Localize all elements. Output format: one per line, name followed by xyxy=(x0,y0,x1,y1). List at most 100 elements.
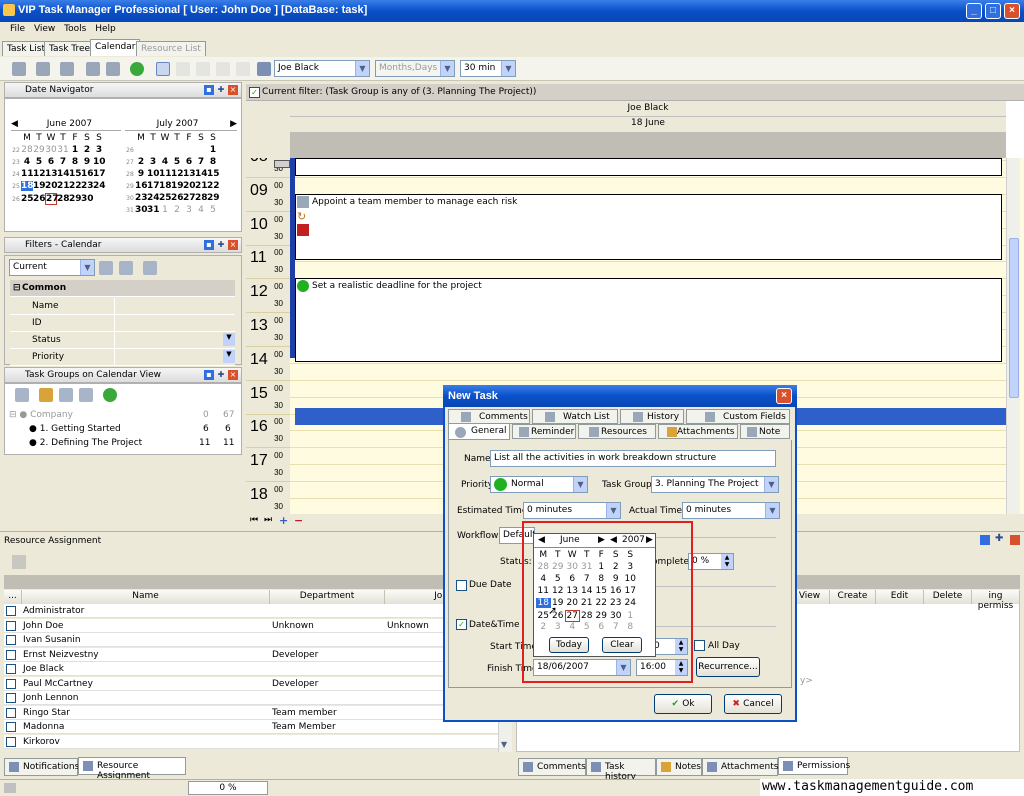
task-action-icon[interactable] xyxy=(86,62,100,76)
calendar-day[interactable]: 5 xyxy=(171,157,183,167)
calendar-day[interactable]: 14 xyxy=(195,169,208,179)
prev-month-icon[interactable]: ◀ xyxy=(11,119,18,129)
calendar-day[interactable]: 28 xyxy=(57,194,70,204)
interval-select[interactable]: 30 min ▼ xyxy=(460,60,516,77)
spinner-icon[interactable]: ▲ ▼ xyxy=(721,554,733,569)
filter-icon[interactable] xyxy=(15,388,29,402)
minimize-button[interactable]: _ xyxy=(966,3,982,19)
calendar-day[interactable]: 18 xyxy=(21,181,34,191)
delete-task-icon[interactable] xyxy=(60,62,74,76)
ok-button[interactable]: ✔ Ok xyxy=(654,694,712,714)
panel-close-icon[interactable] xyxy=(1010,535,1020,545)
pin-icon[interactable]: ✚ xyxy=(216,370,226,380)
pin-icon[interactable]: ✚ xyxy=(216,240,226,250)
calendar-day[interactable]: 15 xyxy=(69,169,82,179)
tab-resource-assignment[interactable]: Resource Assignment xyxy=(78,757,186,781)
calendar-day[interactable]: 21 xyxy=(195,181,208,191)
calendar-event[interactable]: Set a realistic deadline for the project xyxy=(295,278,1002,362)
calendar-day[interactable]: 5 xyxy=(33,157,45,167)
calendar-day[interactable]: 27 xyxy=(183,193,196,203)
calendar-day[interactable]: 8 xyxy=(69,157,81,167)
pin-icon[interactable]: ✚ xyxy=(216,85,226,95)
panel-menu-icon[interactable] xyxy=(980,535,990,545)
dialog-tab-note[interactable]: Note xyxy=(740,424,790,439)
tab-notifications[interactable]: Notifications xyxy=(4,758,79,776)
filter-select[interactable]: Current ▼ xyxy=(9,259,95,276)
calendar-day[interactable]: 11 xyxy=(159,169,172,179)
week-view-icon[interactable] xyxy=(196,62,210,76)
filter-row[interactable]: ID xyxy=(10,315,235,332)
calendar-day[interactable]: 6 xyxy=(45,157,57,167)
calendar-day[interactable]: 29 xyxy=(33,145,45,155)
delete-group-icon[interactable] xyxy=(79,388,93,402)
calendar-day[interactable]: 15 xyxy=(207,169,220,179)
column-header-create[interactable]: Create xyxy=(830,590,876,604)
pin-icon[interactable]: ✚ xyxy=(995,533,1003,544)
calendar-day[interactable]: 6 xyxy=(183,157,195,167)
next-month-icon[interactable]: ▶ xyxy=(230,119,237,129)
edit-task-icon[interactable] xyxy=(36,62,50,76)
calendar-day[interactable]: 14 xyxy=(57,169,70,179)
menu-view[interactable]: View xyxy=(34,24,55,34)
add-icon[interactable]: + xyxy=(279,514,288,527)
calendar-day[interactable]: 22 xyxy=(69,181,82,191)
calendar-day[interactable]: 18 xyxy=(159,181,172,191)
calendar-day[interactable]: 2 xyxy=(81,145,93,155)
column-header-department[interactable]: Department xyxy=(270,590,385,604)
table-row[interactable]: John Doe Unknown Unknown xyxy=(4,618,498,633)
row-checkbox[interactable] xyxy=(6,620,16,631)
calendar-event[interactable]: Appoint a team member to manage each ris… xyxy=(295,194,1002,260)
calendar-day[interactable]: 29 xyxy=(207,193,220,203)
task-name-input[interactable]: List all the activities in work breakdow… xyxy=(490,450,776,467)
filter-clear-icon[interactable] xyxy=(143,261,157,275)
calendar-day[interactable]: 20 xyxy=(45,181,58,191)
tab-notes[interactable]: Notes xyxy=(656,758,702,776)
calendar-day[interactable]: 9 xyxy=(135,169,147,179)
dialog-tab-watch-list[interactable]: Watch List xyxy=(532,409,618,424)
calendar-day[interactable]: 30 xyxy=(135,205,148,215)
menu-tools[interactable]: Tools xyxy=(64,24,86,34)
panel-menu-icon[interactable]: ▪ xyxy=(204,240,214,250)
day-view-icon[interactable] xyxy=(156,62,170,76)
calendar-day[interactable]: 3 xyxy=(93,145,105,155)
task-action-2-icon[interactable] xyxy=(106,62,120,76)
calendar-day[interactable]: 2 xyxy=(135,157,147,167)
calendar-day[interactable]: 2 xyxy=(171,205,183,215)
refresh-icon[interactable] xyxy=(130,62,144,76)
chevron-down-icon[interactable]: ▼ xyxy=(223,333,235,346)
calendar-day[interactable]: 7 xyxy=(195,157,207,167)
tab-task-history[interactable]: Task history xyxy=(586,758,656,782)
row-checkbox[interactable] xyxy=(6,678,16,689)
filter-row[interactable]: Priority ▼ xyxy=(10,349,235,366)
filter-group-common[interactable]: ⊟ Common xyxy=(10,280,235,297)
calendar-day[interactable]: 9 xyxy=(81,157,93,167)
estimated-time-select[interactable]: 0 minutes ▼ xyxy=(523,502,621,519)
panel-close-icon[interactable]: × xyxy=(228,85,238,95)
row-checkbox[interactable] xyxy=(6,664,16,674)
calendar-day[interactable]: 12 xyxy=(33,169,46,179)
last-icon[interactable]: ⏭ xyxy=(264,515,272,525)
scrollbar-thumb[interactable] xyxy=(1009,238,1019,398)
calendar-day[interactable]: 19 xyxy=(33,181,46,191)
calendar-day[interactable]: 21 xyxy=(57,181,70,191)
calendar-scrollbar[interactable] xyxy=(1006,158,1020,514)
calendar-day[interactable]: 17 xyxy=(147,181,160,191)
calendar-day[interactable]: 25 xyxy=(159,193,172,203)
edit-group-icon[interactable] xyxy=(59,388,73,402)
task-group-row[interactable]: ⊟ ● Company 0 67 xyxy=(9,410,239,424)
panel-close-icon[interactable]: × xyxy=(228,370,238,380)
calendar-day[interactable]: 10 xyxy=(147,169,160,179)
calendar-day[interactable]: 5 xyxy=(207,205,219,215)
tab-resource-list[interactable]: Resource List xyxy=(136,41,206,56)
calendar-day[interactable]: 31 xyxy=(147,205,160,215)
refresh-icon[interactable] xyxy=(103,388,117,402)
calendar-day[interactable]: 25 xyxy=(21,194,34,204)
table-row[interactable]: Paul McCartney Developer xyxy=(4,676,498,691)
calendar-day[interactable]: 4 xyxy=(21,157,33,167)
dialog-close-button[interactable]: × xyxy=(776,388,792,404)
menu-file[interactable]: File xyxy=(10,24,25,34)
table-row[interactable]: Administrator xyxy=(4,604,498,618)
column-header-permissions[interactable]: ing permiss xyxy=(972,590,1020,611)
calendar-day[interactable]: 23 xyxy=(81,181,94,191)
maximize-button[interactable]: □ xyxy=(985,3,1001,19)
